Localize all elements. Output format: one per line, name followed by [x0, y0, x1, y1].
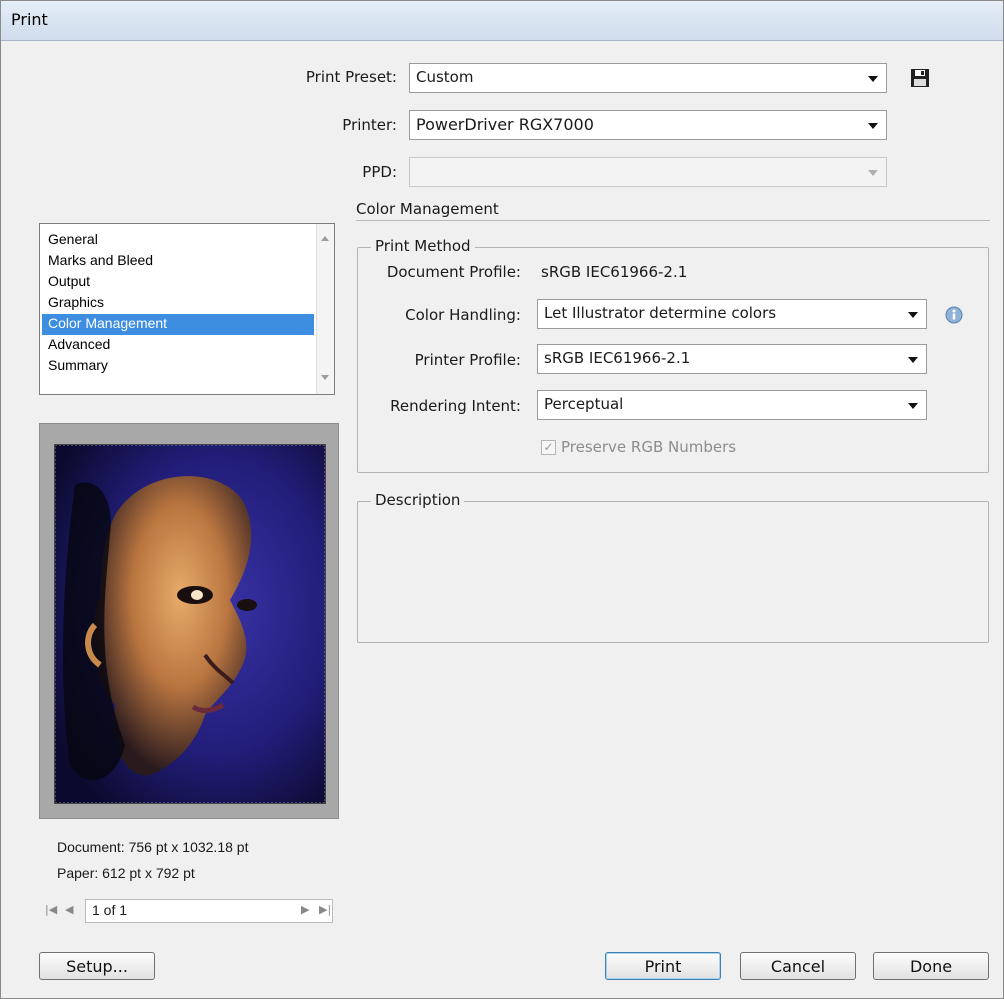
print-preset-value: Custom [416, 68, 474, 86]
prev-page-icon[interactable]: ◀ [65, 903, 73, 916]
print-button[interactable]: Print [605, 952, 721, 980]
portrait-artwork [54, 444, 326, 804]
chevron-down-icon [908, 403, 918, 409]
color-handling-select[interactable]: Let Illustrator determine colors [537, 299, 927, 329]
chevron-down-icon [868, 123, 878, 129]
list-item[interactable]: General [42, 230, 314, 251]
ppd-label: PPD: [362, 163, 397, 181]
title-bar: Print [1, 1, 1003, 41]
color-handling-value: Let Illustrator determine colors [544, 304, 777, 322]
list-item[interactable]: Output [42, 272, 314, 293]
document-profile-value: sRGB IEC61966-2.1 [541, 263, 688, 281]
printer-profile-value: sRGB IEC61966-2.1 [544, 349, 691, 367]
section-divider [356, 220, 990, 221]
printer-profile-select[interactable]: sRGB IEC61966-2.1 [537, 344, 927, 374]
chevron-down-icon [868, 76, 878, 82]
description-group [357, 501, 989, 643]
description-legend: Description [371, 491, 465, 509]
list-item[interactable]: Advanced [42, 335, 314, 356]
list-scrollbar[interactable] [316, 224, 334, 394]
document-size: Document: 756 pt x 1032.18 pt [57, 839, 249, 855]
document-profile-label: Document Profile: [386, 263, 521, 281]
scroll-up-icon[interactable] [321, 236, 329, 241]
done-button[interactable]: Done [873, 952, 989, 980]
list-item[interactable]: Color Management [42, 314, 314, 335]
chevron-down-icon [908, 357, 918, 363]
printer-label: Printer: [342, 116, 397, 134]
rendering-intent-select[interactable]: Perceptual [537, 390, 927, 420]
setup-button[interactable]: Setup... [39, 952, 155, 980]
list-item[interactable]: Marks and Bleed [42, 251, 314, 272]
info-icon[interactable] [945, 306, 963, 324]
chevron-down-icon [908, 312, 918, 318]
cancel-button[interactable]: Cancel [740, 952, 856, 980]
chevron-down-icon [868, 170, 878, 176]
scroll-down-icon[interactable] [321, 375, 329, 380]
printer-select[interactable]: PowerDriver RGX7000 [409, 110, 887, 140]
print-preset-label: Print Preset: [305, 68, 397, 86]
save-preset-icon[interactable] [909, 67, 931, 89]
window-title: Print [11, 10, 48, 29]
print-preset-select[interactable]: Custom [409, 63, 887, 93]
next-page-icon[interactable]: ▶ [301, 903, 309, 916]
rendering-intent-label: Rendering Intent: [390, 397, 521, 415]
print-preview [39, 423, 339, 819]
last-page-icon[interactable]: ▶| [319, 903, 331, 916]
category-list[interactable]: General Marks and Bleed Output Graphics Colo… [39, 223, 335, 395]
category-items: General Marks and Bleed Output Graphics Colo… [42, 230, 314, 377]
ppd-select[interactable] [409, 157, 887, 187]
paper-size: Paper: 612 pt x 792 pt [57, 865, 195, 881]
printer-profile-label: Printer Profile: [414, 351, 521, 369]
preview-artwork [54, 444, 326, 804]
print-dialog: Print Print Preset: Custom Printer: Powe… [0, 0, 1004, 999]
section-title: Color Management [356, 200, 499, 218]
rendering-intent-value: Perceptual [544, 395, 624, 413]
printer-value: PowerDriver RGX7000 [416, 115, 594, 134]
print-method-legend: Print Method [371, 237, 475, 255]
page-value: 1 of 1 [92, 902, 128, 918]
color-handling-label: Color Handling: [405, 306, 521, 324]
list-item[interactable]: Summary [42, 356, 314, 377]
preserve-rgb-label: Preserve RGB Numbers [561, 438, 737, 456]
page-field[interactable]: 1 of 1 [85, 899, 333, 923]
page-navigator: |◀ ◀ 1 of 1 ▶ ▶| [39, 899, 337, 923]
first-page-icon[interactable]: |◀ [45, 903, 57, 916]
list-item[interactable]: Graphics [42, 293, 314, 314]
preserve-rgb-checkbox[interactable]: ✓ [541, 440, 556, 455]
